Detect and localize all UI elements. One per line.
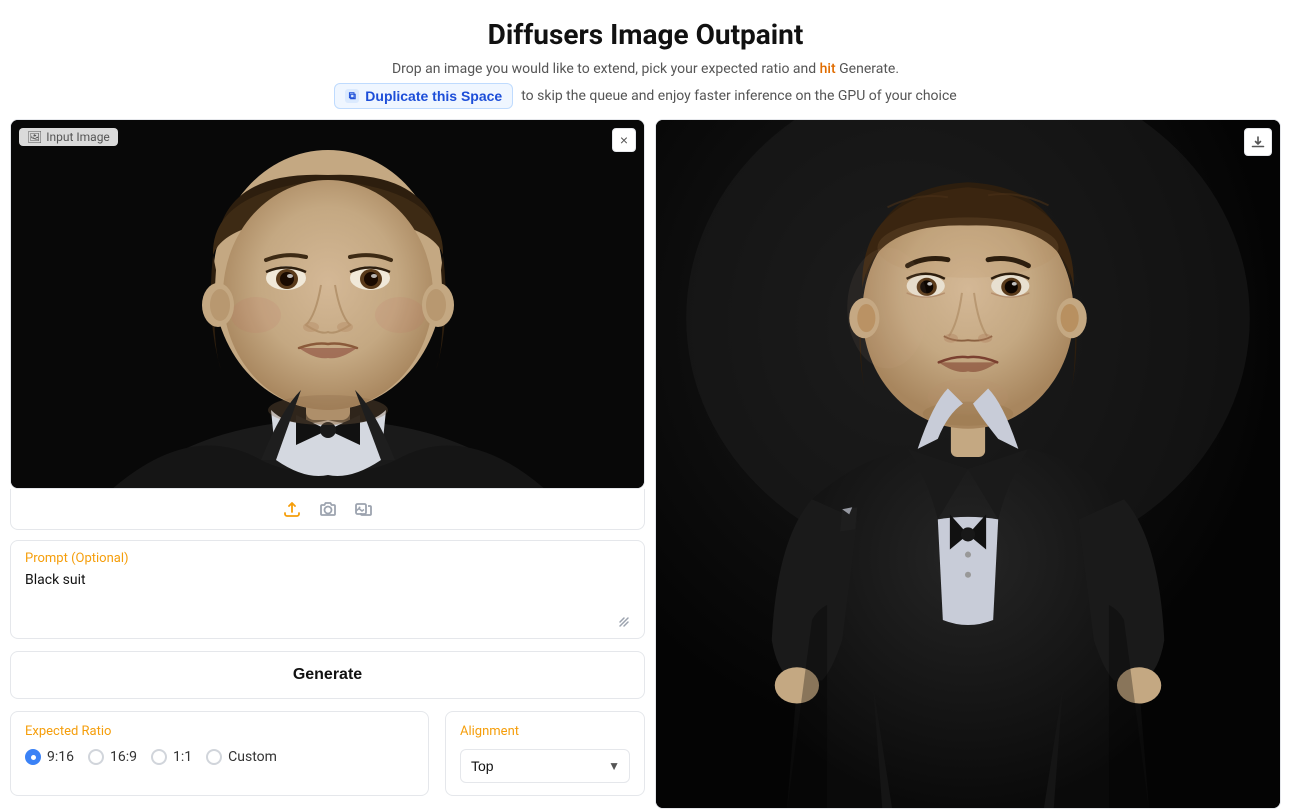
duplicate-suffix: to skip the queue and enjoy faster infer… — [521, 88, 956, 104]
input-image-label: 🖼 Input Image — [19, 128, 118, 146]
alignment-label: Alignment — [460, 724, 630, 739]
expected-ratio-section: Expected Ratio 9:16 16:9 1:1 — [10, 711, 429, 796]
camera-icon[interactable] — [318, 499, 338, 519]
subtitle: Drop an image you would like to extend, … — [20, 61, 1271, 77]
duplicate-row: ⧉ Duplicate this Space to skip the queue… — [20, 83, 1271, 109]
alignment-select[interactable]: Top Middle Bottom — [460, 749, 630, 783]
prompt-section: Prompt (Optional) Black suit — [10, 540, 645, 639]
input-image-svg — [11, 120, 645, 489]
image-upload-area[interactable]: 🖼 Input Image × — [10, 119, 645, 489]
prompt-label: Prompt (Optional) — [25, 551, 630, 566]
ratio-option-1-1[interactable]: 1:1 — [151, 749, 192, 765]
ratio-options: 9:16 16:9 1:1 Custom — [25, 749, 414, 765]
radio-16-9 — [88, 749, 104, 765]
left-panel: 🖼 Input Image × — [10, 119, 655, 809]
image-toolbar — [10, 489, 645, 530]
options-row: Expected Ratio 9:16 16:9 1:1 — [10, 711, 645, 796]
radio-1-1 — [151, 749, 167, 765]
prompt-textarea[interactable]: Black suit — [25, 572, 630, 612]
ratio-option-9-16[interactable]: 9:16 — [25, 749, 74, 765]
ratio-label-custom: Custom — [228, 749, 277, 765]
subtitle-end: Generate. — [836, 61, 899, 77]
duplicate-icon: ⧉ — [345, 89, 359, 103]
main-layout: 🖼 Input Image × — [0, 119, 1291, 809]
alignment-select-wrapper: Top Middle Bottom ▼ — [460, 749, 630, 783]
ratio-option-custom[interactable]: Custom — [206, 749, 277, 765]
page-title: Diffusers Image Outpaint — [20, 18, 1271, 51]
alignment-section: Alignment Top Middle Bottom ▼ — [445, 711, 645, 796]
resize-handle — [25, 616, 630, 628]
output-image-svg — [656, 120, 1280, 808]
ratio-label-1-1: 1:1 — [173, 749, 192, 765]
subtitle-hit: hit — [820, 61, 836, 77]
page-container: Diffusers Image Outpaint Drop an image y… — [0, 0, 1291, 809]
ratio-option-16-9[interactable]: 16:9 — [88, 749, 137, 765]
output-image-panel — [655, 119, 1281, 809]
duplicate-label: Duplicate this Space — [365, 88, 502, 104]
ratio-label: Expected Ratio — [25, 724, 414, 739]
generate-button[interactable]: Generate — [10, 651, 645, 699]
radio-custom — [206, 749, 222, 765]
gallery-icon[interactable] — [354, 499, 374, 519]
ratio-label-9-16: 9:16 — [47, 749, 74, 765]
ratio-label-16-9: 16:9 — [110, 749, 137, 765]
download-button[interactable] — [1244, 128, 1272, 156]
subtitle-start: Drop an image you would like to extend, … — [392, 61, 820, 77]
duplicate-button[interactable]: ⧉ Duplicate this Space — [334, 83, 513, 109]
close-button[interactable]: × — [612, 128, 636, 152]
header: Diffusers Image Outpaint Drop an image y… — [0, 0, 1291, 119]
upload-icon[interactable] — [282, 499, 302, 519]
image-frame-icon: 🖼 — [27, 130, 42, 144]
radio-9-16 — [25, 749, 41, 765]
